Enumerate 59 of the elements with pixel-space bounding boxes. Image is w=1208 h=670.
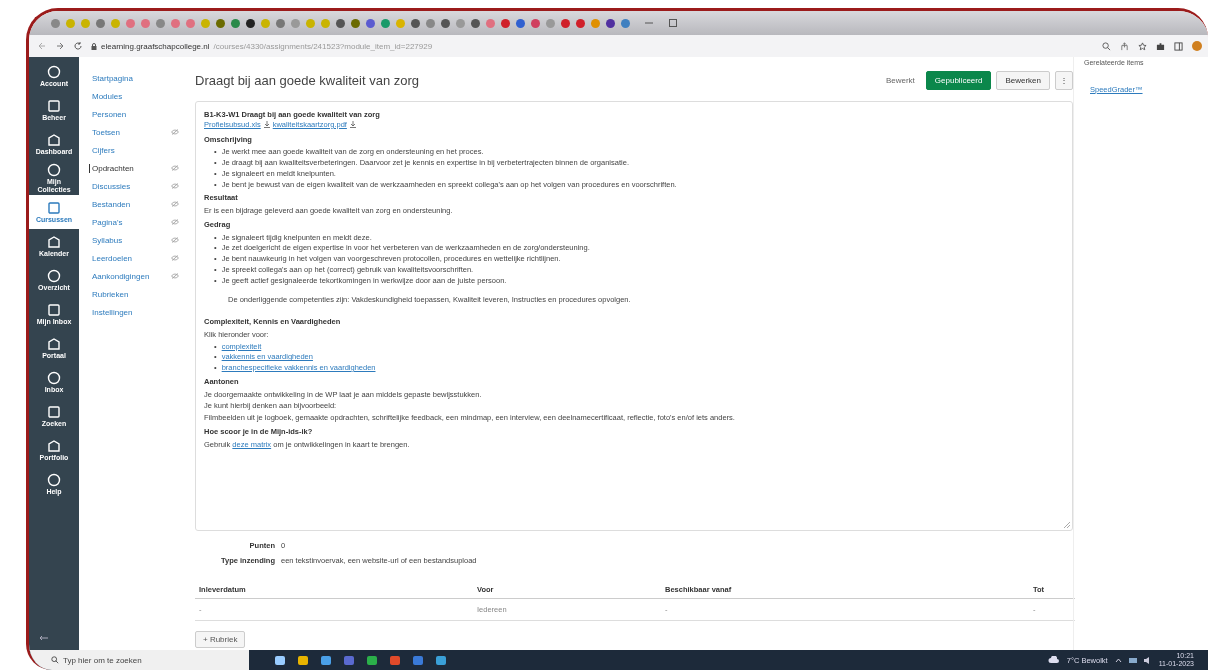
- course-nav-link[interactable]: Toetsen: [89, 127, 121, 137]
- course-nav-link[interactable]: Leerdoelen: [89, 253, 133, 263]
- square-icon: [47, 200, 61, 215]
- puzzle-icon[interactable]: [1156, 41, 1165, 51]
- resize-handle-icon[interactable]: [1064, 522, 1070, 528]
- course-nav-link[interactable]: Pagina's: [89, 217, 123, 227]
- taskbar-app-icon[interactable]: [275, 655, 285, 665]
- published-button[interactable]: Gepubliceerd: [925, 70, 992, 90]
- page-title: Draagt bij aan goede kwaliteit van zorg: [195, 72, 420, 88]
- circle-icon: [47, 268, 61, 283]
- circle-icon: [47, 472, 61, 487]
- course-nav-link[interactable]: Aankondigingen: [89, 271, 150, 281]
- course-nav-link[interactable]: Discussies: [89, 181, 131, 191]
- course-nav-link[interactable]: Syllabus: [89, 235, 123, 245]
- house-icon: [47, 438, 61, 453]
- course-nav-link[interactable]: Bestanden: [89, 199, 131, 209]
- student-view-button[interactable]: Bewerkt: [879, 74, 921, 86]
- taskbar-app-icon[interactable]: [298, 655, 308, 665]
- circle-icon: [47, 64, 61, 79]
- more-button[interactable]: ⋮: [1055, 70, 1073, 90]
- taskbar-app-icon[interactable]: [390, 655, 400, 665]
- course-nav-link[interactable]: Instellingen: [89, 307, 133, 317]
- cloud-icon: [1047, 656, 1060, 664]
- course-nav-link[interactable]: Rubrieken: [89, 289, 129, 299]
- profile-avatar[interactable]: [1192, 41, 1202, 51]
- house-icon: [47, 132, 61, 147]
- course-nav-link[interactable]: Personen: [89, 109, 127, 119]
- star-icon[interactable]: [1138, 41, 1147, 51]
- lock-icon: [91, 42, 97, 50]
- add-rubric-button[interactable]: + Rubriek: [195, 631, 246, 648]
- network-icon[interactable]: [1128, 656, 1137, 664]
- circle-icon: [47, 370, 61, 385]
- house-icon: [47, 234, 61, 249]
- square-icon: [47, 98, 61, 113]
- reload-icon[interactable]: [73, 41, 83, 51]
- search-icon[interactable]: [1102, 41, 1111, 51]
- sidepanel-icon[interactable]: [1174, 41, 1183, 51]
- maximize-icon[interactable]: [668, 18, 678, 28]
- house-icon: [47, 336, 61, 351]
- course-nav-link[interactable]: Modules: [89, 91, 123, 101]
- edit-button[interactable]: Bewerken: [996, 70, 1050, 90]
- square-icon: [47, 302, 61, 317]
- taskbar-search-field[interactable]: Typ hier om te zoeken: [63, 655, 213, 665]
- circle-icon: [47, 163, 61, 178]
- search-icon: [51, 656, 59, 664]
- back-icon[interactable]: [37, 41, 47, 51]
- taskbar-app-icon[interactable]: [321, 655, 331, 665]
- chevron-up-icon[interactable]: [1114, 657, 1122, 663]
- taskbar-app-icon[interactable]: [436, 655, 446, 665]
- share-icon[interactable]: [1120, 41, 1129, 51]
- course-nav-link[interactable]: Startpagina: [89, 73, 133, 83]
- course-nav-link[interactable]: Cijfers: [89, 145, 115, 155]
- square-icon: [47, 404, 61, 419]
- taskbar-app-icon[interactable]: [367, 655, 377, 665]
- taskbar-search-box[interactable]: Typ hier om te zoeken: [29, 650, 249, 670]
- forward-icon[interactable]: [55, 41, 65, 51]
- volume-icon[interactable]: [1143, 656, 1152, 664]
- course-nav-link[interactable]: Opdrachten: [89, 163, 134, 173]
- collapse-icon[interactable]: [39, 634, 49, 642]
